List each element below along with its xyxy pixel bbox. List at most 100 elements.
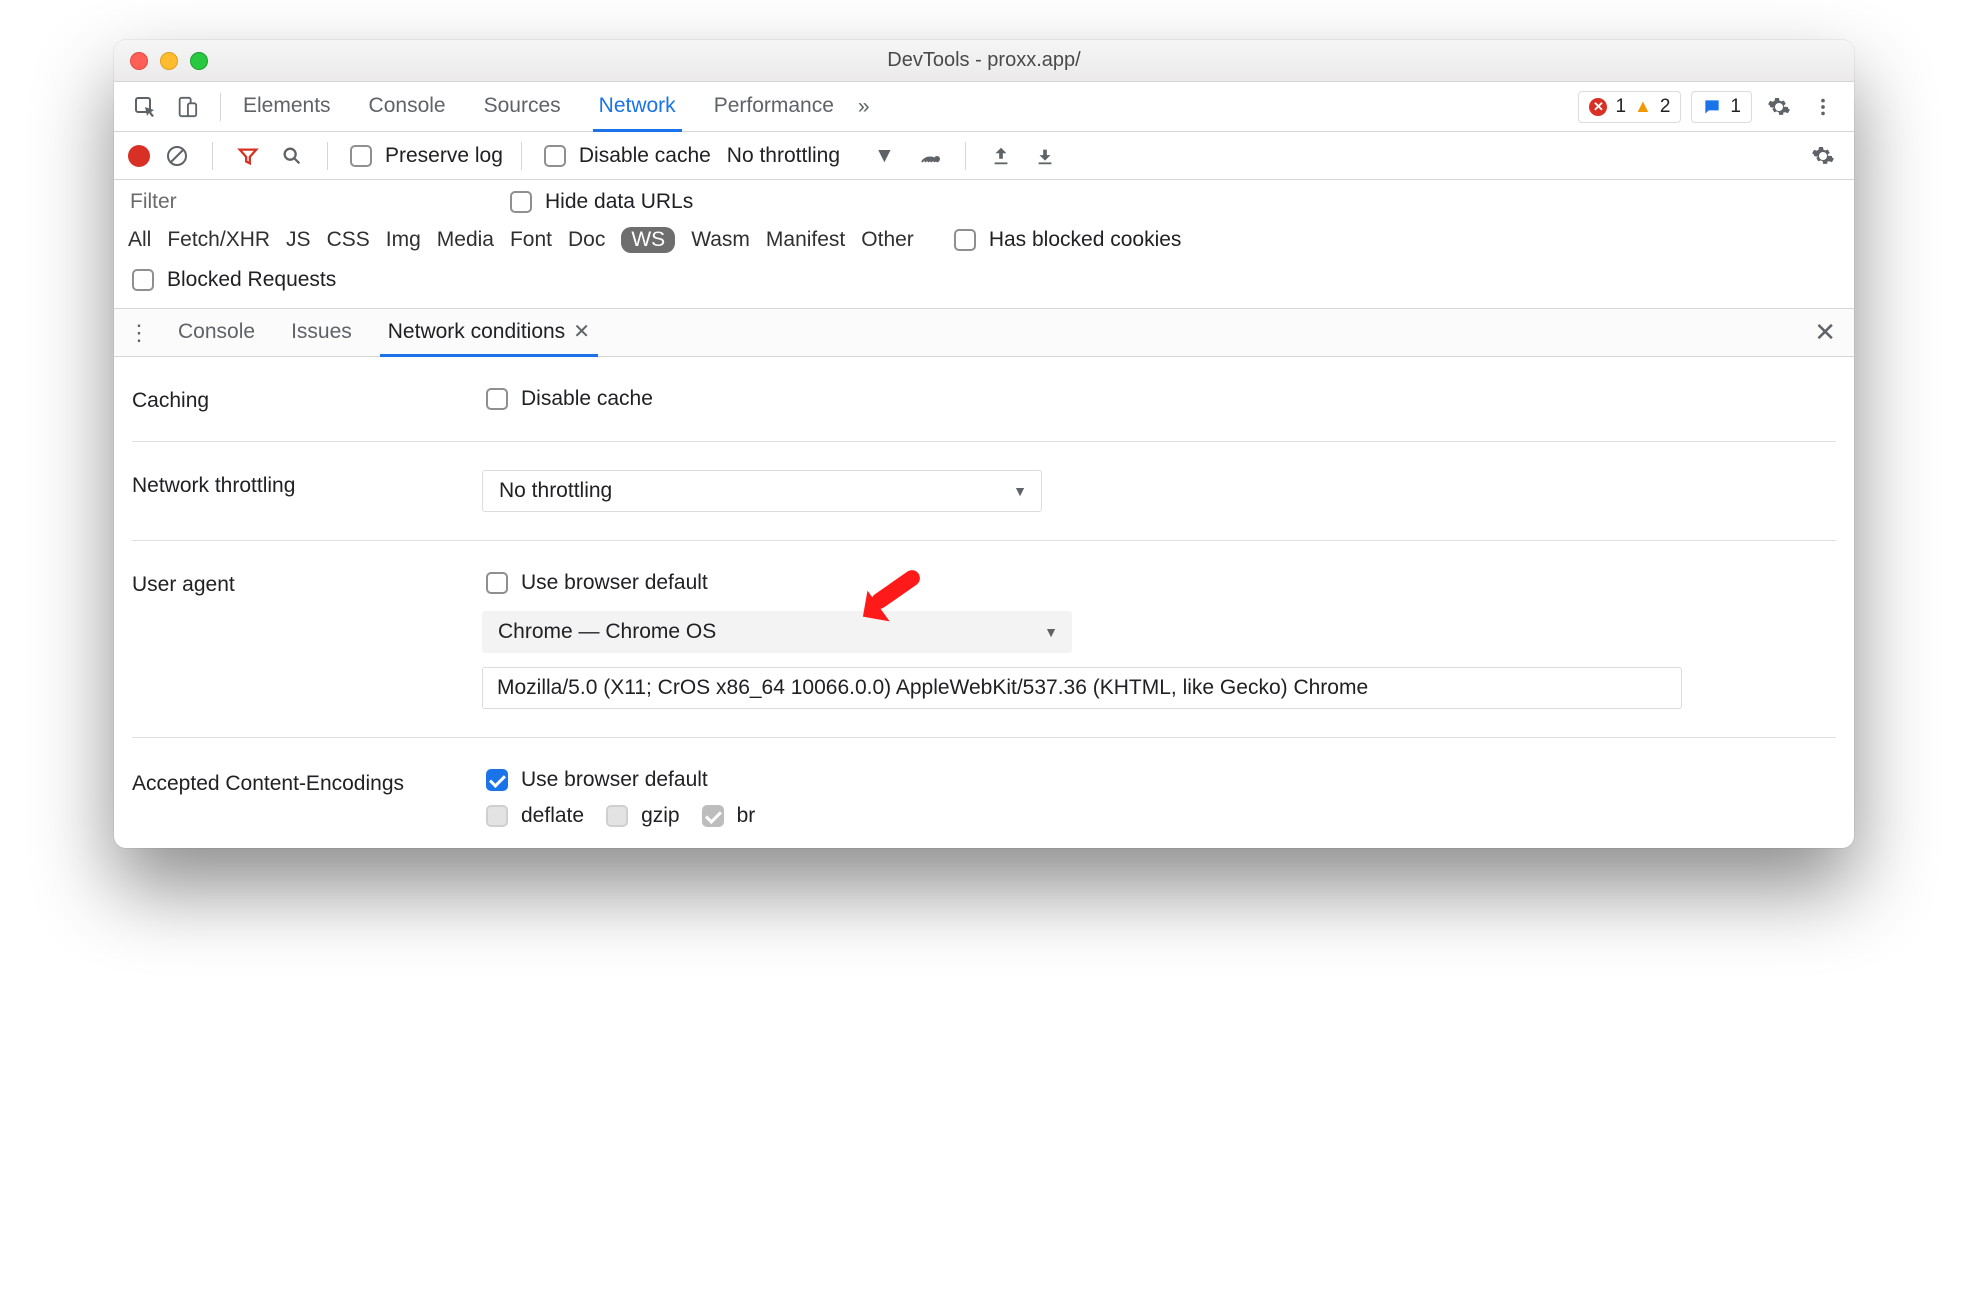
issues-chip[interactable]: ✕ 1 ▲ 2 [1578, 91, 1681, 123]
ua-string-input[interactable] [482, 667, 1682, 709]
caching-disable-cache-label: Disable cache [521, 387, 653, 411]
close-tab-icon[interactable]: ✕ [573, 319, 590, 344]
ua-use-default-input[interactable] [486, 572, 508, 594]
ua-preset-dropdown[interactable]: Chrome — Chrome OS ▼ [482, 611, 1072, 653]
type-doc[interactable]: Doc [568, 228, 605, 252]
encoding-options: deflate gzip br [482, 802, 755, 830]
search-icon[interactable] [275, 139, 309, 173]
tab-label: Performance [714, 94, 834, 118]
caching-disable-cache-checkbox[interactable]: Disable cache [482, 385, 653, 413]
enc-use-default-input[interactable] [486, 769, 508, 791]
preserve-log-checkbox[interactable]: Preserve log [346, 142, 503, 170]
enc-br-checkbox[interactable]: br [698, 802, 756, 830]
ua-use-default-checkbox[interactable]: Use browser default [482, 569, 708, 597]
message-icon [1702, 97, 1722, 117]
preserve-log-input[interactable] [350, 145, 372, 167]
tab-sources[interactable]: Sources [478, 82, 567, 132]
disable-cache-input[interactable] [544, 145, 566, 167]
more-menu-icon[interactable] [1806, 90, 1840, 124]
window-title: DevTools - proxx.app/ [114, 49, 1854, 72]
divider [327, 142, 328, 170]
warning-icon: ▲ [1634, 96, 1652, 117]
dropdown-icon: ▼ [874, 144, 895, 168]
type-ws[interactable]: WS [621, 227, 675, 253]
drawer-tab-issues[interactable]: Issues [283, 310, 360, 357]
tabs-overflow-icon[interactable]: » [858, 95, 870, 119]
enc-gzip-input[interactable] [606, 805, 628, 827]
tab-label: Sources [484, 94, 561, 118]
has-blocked-cookies-checkbox[interactable]: Has blocked cookies [950, 226, 1182, 254]
drawer-close-icon[interactable]: ✕ [1814, 317, 1836, 348]
enc-br-input[interactable] [702, 805, 724, 827]
blocked-requests-input[interactable] [132, 269, 154, 291]
settings-icon[interactable] [1762, 90, 1796, 124]
type-font[interactable]: Font [510, 228, 552, 252]
type-img[interactable]: Img [386, 228, 421, 252]
blocked-requests-checkbox[interactable]: Blocked Requests [128, 266, 336, 294]
hide-data-urls-checkbox[interactable]: Hide data URLs [506, 188, 693, 216]
disable-cache-checkbox[interactable]: Disable cache [540, 142, 711, 170]
enc-deflate-checkbox[interactable]: deflate [482, 802, 584, 830]
type-wasm[interactable]: Wasm [691, 228, 750, 252]
type-css[interactable]: CSS [327, 228, 370, 252]
drawer-tabstrip: ⋮ Console Issues Network conditions ✕ ✕ [114, 309, 1854, 357]
network-settings-icon[interactable] [913, 139, 947, 173]
tab-label: Network [599, 94, 676, 118]
record-button[interactable] [128, 145, 150, 167]
tab-network[interactable]: Network [593, 82, 682, 132]
type-fetchxhr[interactable]: Fetch/XHR [167, 228, 270, 252]
enc-use-default-checkbox[interactable]: Use browser default [482, 766, 708, 794]
clear-icon[interactable] [160, 139, 194, 173]
blocked-requests-row: Blocked Requests [114, 262, 1854, 309]
throttling-select[interactable]: No throttling ▼ [727, 144, 895, 168]
throttling-dropdown[interactable]: No throttling ▼ [482, 470, 1042, 512]
tab-elements[interactable]: Elements [237, 82, 337, 132]
type-js[interactable]: JS [286, 228, 311, 252]
type-other[interactable]: Other [861, 228, 914, 252]
user-agent-row: User agent Use browser default Chrome — … [132, 541, 1836, 738]
message-count: 1 [1730, 96, 1741, 118]
caching-disable-cache-input[interactable] [486, 388, 508, 410]
main-tabs: Elements Console Sources Network Perform… [237, 82, 840, 131]
throttling-label: Network throttling [132, 470, 482, 512]
enc-deflate-input[interactable] [486, 805, 508, 827]
disable-cache-label: Disable cache [579, 144, 711, 168]
drawer-tab-console[interactable]: Console [170, 310, 263, 357]
inspect-element-icon[interactable] [128, 90, 162, 124]
upload-har-icon[interactable] [984, 139, 1018, 173]
dropdown-icon: ▼ [1013, 483, 1027, 499]
preserve-log-label: Preserve log [385, 144, 503, 168]
annotation-arrow-icon [852, 559, 932, 639]
download-har-icon[interactable] [1028, 139, 1062, 173]
tab-label: Elements [243, 94, 331, 118]
throttling-row: Network throttling No throttling ▼ [132, 442, 1836, 541]
hide-data-urls-input[interactable] [510, 191, 532, 213]
network-conditions-panel: Caching Disable cache Network throttling… [114, 357, 1854, 848]
type-manifest[interactable]: Manifest [766, 228, 845, 252]
device-toolbar-icon[interactable] [170, 90, 204, 124]
warning-count: 2 [1660, 96, 1671, 118]
filter-icon[interactable] [231, 139, 265, 173]
ua-use-default-label: Use browser default [521, 571, 708, 595]
tab-performance[interactable]: Performance [708, 82, 840, 132]
encodings-row: Accepted Content-Encodings Use browser d… [132, 738, 1836, 848]
caching-row: Caching Disable cache [132, 357, 1836, 442]
ua-preset-value: Chrome — Chrome OS [498, 620, 716, 644]
enc-gzip-label: gzip [641, 804, 680, 828]
titlebar: DevTools - proxx.app/ [114, 40, 1854, 82]
type-all[interactable]: All [128, 228, 151, 252]
has-blocked-cookies-input[interactable] [954, 229, 976, 251]
filter-input[interactable] [128, 186, 488, 218]
enc-gzip-checkbox[interactable]: gzip [602, 802, 680, 830]
caching-label: Caching [132, 385, 482, 413]
drawer-tab-network-conditions[interactable]: Network conditions ✕ [380, 310, 598, 357]
user-agent-label: User agent [132, 569, 482, 709]
tab-console[interactable]: Console [363, 82, 452, 132]
enc-deflate-label: deflate [521, 804, 584, 828]
messages-chip[interactable]: 1 [1691, 91, 1752, 123]
type-media[interactable]: Media [437, 228, 494, 252]
panel-settings-icon[interactable] [1806, 139, 1840, 173]
tab-label: Console [369, 94, 446, 118]
filter-row: Hide data URLs [114, 180, 1854, 224]
drawer-menu-icon[interactable]: ⋮ [128, 320, 150, 346]
